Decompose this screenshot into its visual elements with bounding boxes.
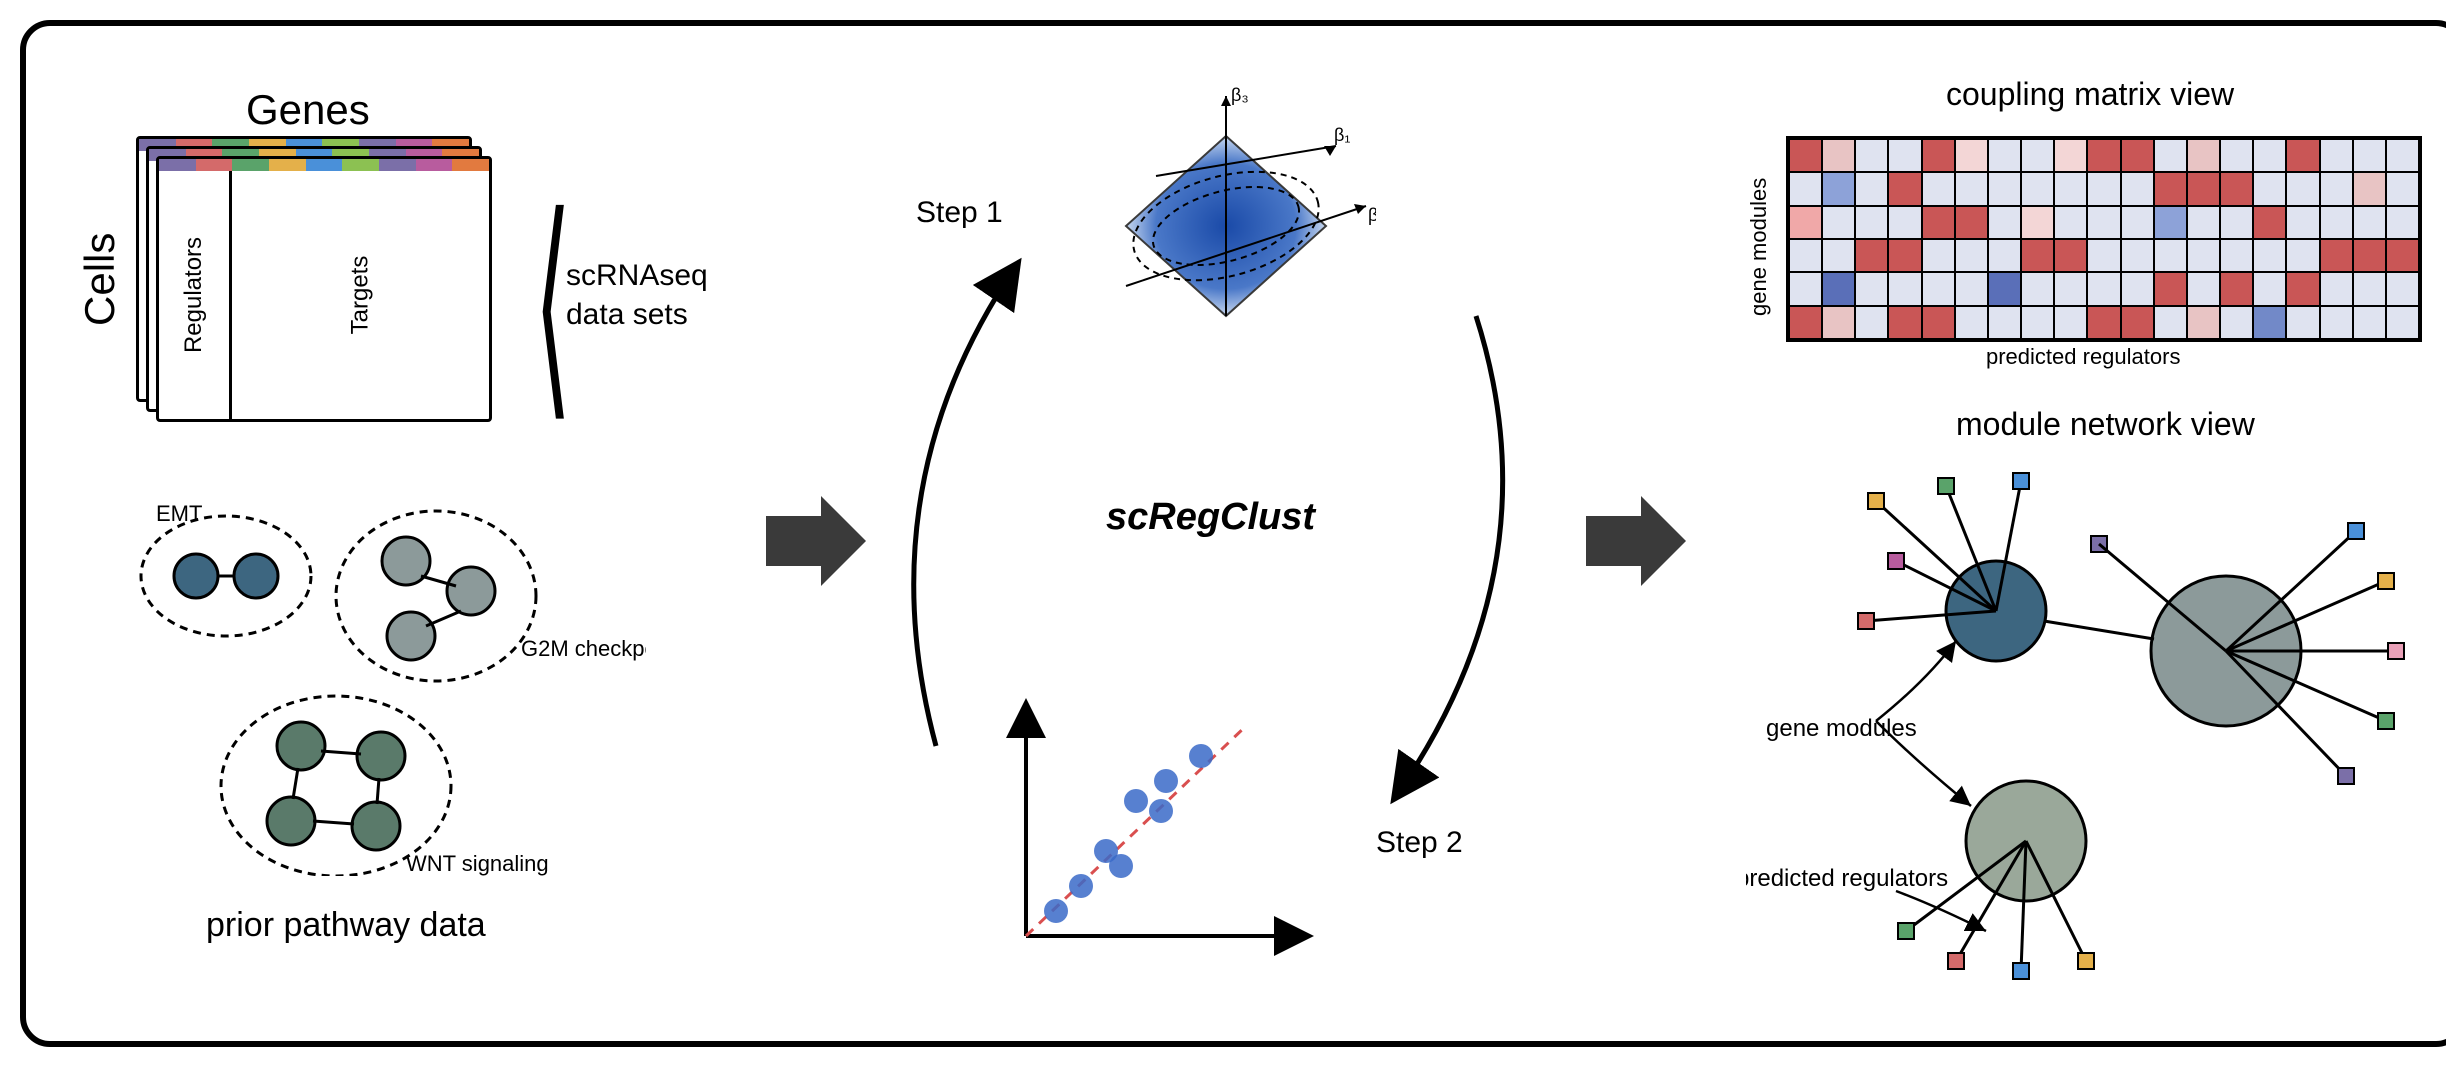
pred-reg-anno: predicted regulators [1746,865,1948,892]
scrnaseq-label: scRNAseq data sets [566,256,708,334]
wnt-text: WNT signaling [406,851,549,876]
step1-viz: β₃ β₁ β₂ [1076,86,1376,366]
targets-label: Targets [346,256,374,335]
targets-column: Targets [232,159,489,419]
network-viz: gene modules predicted regulators [1746,461,2416,991]
beta1-label: β₁ [1334,125,1350,145]
gene-modules-anno: gene modules [1766,715,1917,742]
emt-text: EMT [156,501,202,526]
step2-viz [986,686,1326,966]
beta3-label: β₃ [1231,86,1249,105]
pathway-area: EMT G2M checkpoint WNT signal [126,496,646,876]
gene-modules-y-label: gene modules [1746,178,1772,316]
color-bar [159,159,489,171]
coupling-heatmap [1786,136,2422,342]
coupling-title: coupling matrix view [1946,76,2234,113]
regulators-column: Regulators [159,159,232,419]
beta2-label: β₂ [1368,205,1376,225]
network-title: module network view [1956,406,2255,443]
cells-label: Cells [76,233,124,326]
predicted-regulators-x-label: predicted regulators [1986,344,2180,370]
left-panel: Genes Cells Regulators Targets ⟨ scRNAse… [66,66,766,1006]
diagram-container: Genes Cells Regulators Targets ⟨ scRNAse… [20,20,2446,1047]
regulators-label: Regulators [180,237,208,353]
matrix-card-front: Regulators Targets [156,156,492,422]
data-matrix-stack: Regulators Targets [156,156,506,456]
g2m-text: G2M checkpoint [521,636,646,661]
pathway-svg: EMT G2M checkpoint WNT signal [126,496,646,876]
mid-panel: Step 1 Step 2 scRegClust [846,66,1566,1006]
genes-label: Genes [246,86,370,134]
right-panel: coupling matrix view gene modules predic… [1666,66,2436,1006]
pathway-caption: prior pathway data [206,906,486,945]
